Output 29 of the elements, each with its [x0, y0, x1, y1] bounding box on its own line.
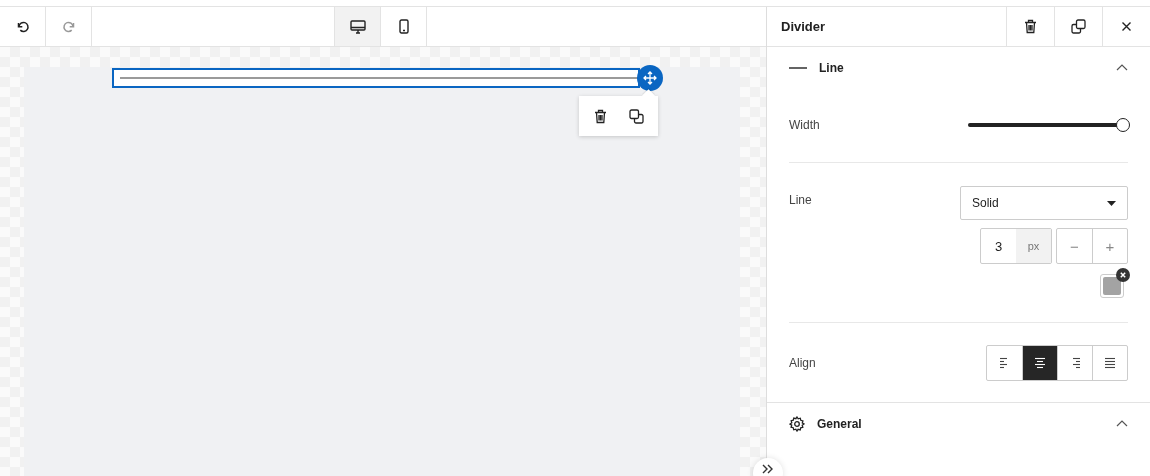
section-header[interactable]: Line [767, 47, 1150, 88]
align-label: Align [789, 355, 817, 370]
width-label: Width [789, 118, 821, 132]
desktop-view-button[interactable] [335, 7, 381, 46]
phone-icon [398, 19, 409, 34]
settings-icon [789, 415, 805, 432]
increment-button[interactable]: + [1092, 229, 1127, 263]
align-justify-icon [1102, 355, 1118, 370]
delete-icon [594, 108, 608, 124]
double-chevron-icon [762, 464, 774, 474]
move-handle[interactable] [637, 65, 663, 91]
delete-icon [1024, 19, 1037, 34]
duplicate-icon [1071, 19, 1086, 34]
line-style-dropdown[interactable]: Solid [960, 186, 1128, 220]
duplicate-icon [628, 108, 644, 124]
line-label: Line [789, 192, 813, 209]
line-icon [789, 65, 807, 70]
close-icon [1121, 21, 1132, 32]
align-center-button[interactable] [1022, 345, 1057, 380]
desktop-icon [349, 19, 366, 34]
clear-color-icon[interactable] [1116, 268, 1130, 282]
caret-icon [1107, 200, 1116, 206]
align-center-icon [1032, 355, 1048, 370]
selected-divider-block[interactable] [112, 68, 640, 88]
decrement-button[interactable]: − [1057, 229, 1092, 263]
section-header[interactable]: General [767, 402, 1150, 444]
panel-title: Divider [780, 19, 827, 34]
width-slider[interactable] [968, 118, 1129, 132]
thickness-input[interactable]: 3 px [980, 228, 1052, 264]
